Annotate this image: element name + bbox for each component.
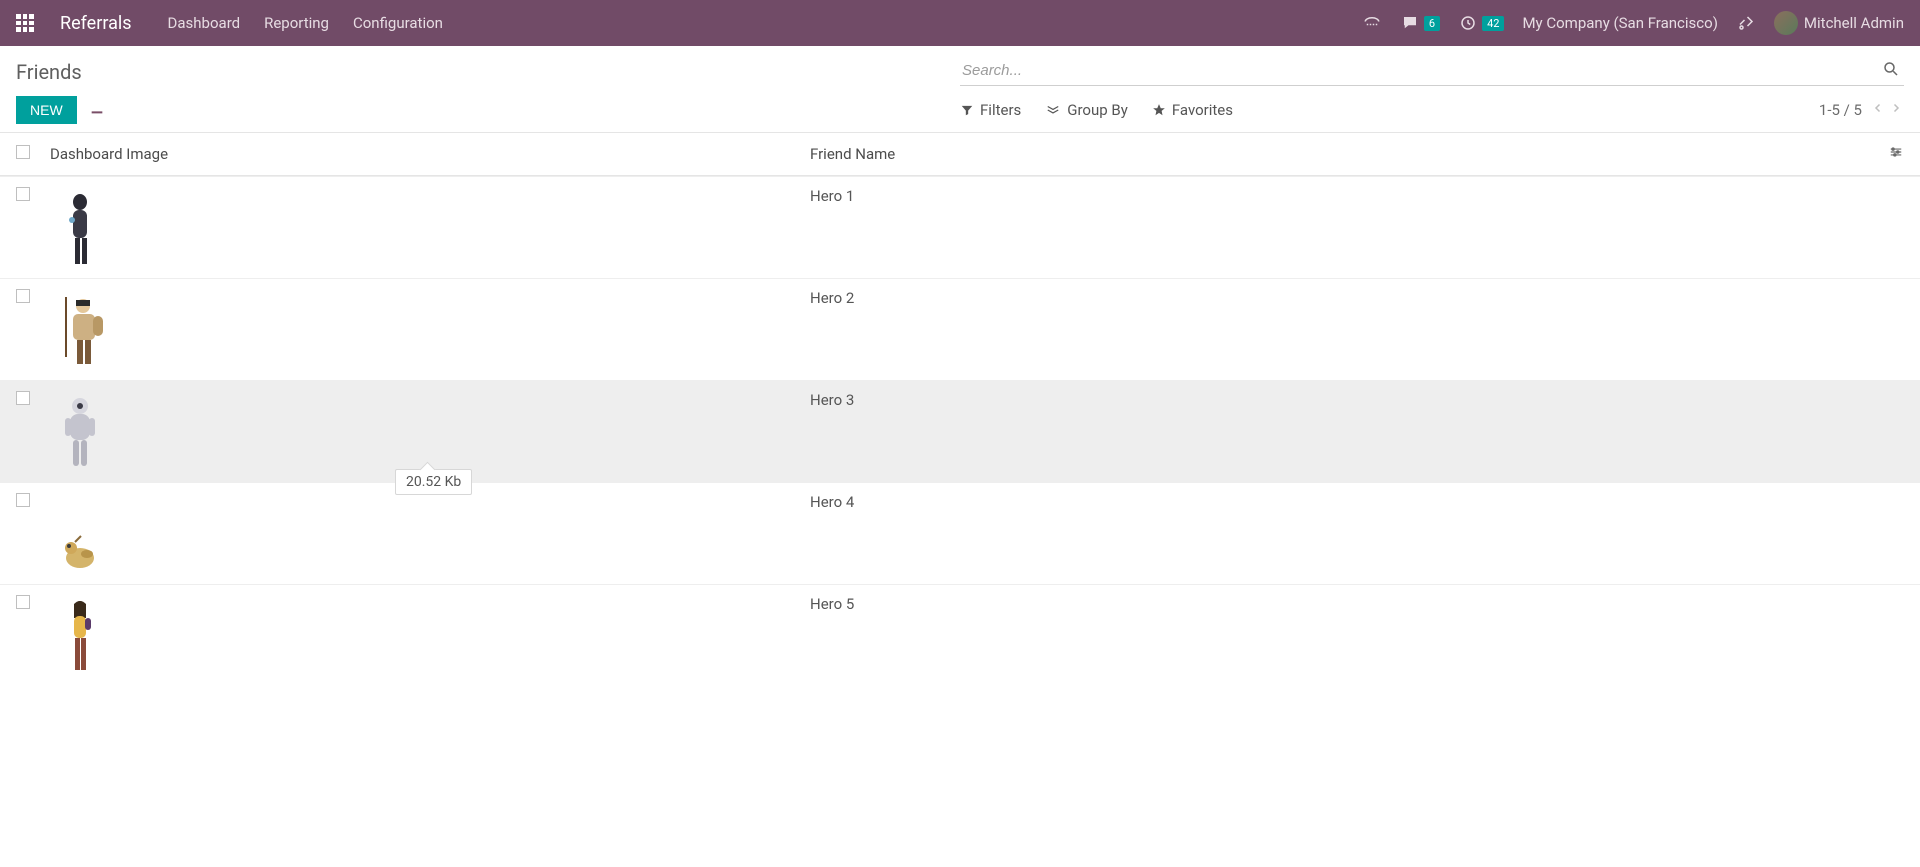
search-options: Filters Group By Favorites — [960, 101, 1233, 119]
pager-prev-icon[interactable] — [1872, 101, 1884, 119]
cp-top: Friends — [16, 56, 1904, 86]
nav-menu: Dashboard Reporting Configuration — [168, 14, 443, 32]
row-checkbox[interactable] — [16, 289, 30, 303]
hero-thumbnail-icon — [50, 491, 110, 576]
row-image-cell — [50, 389, 810, 474]
nav-dashboard[interactable]: Dashboard — [168, 14, 241, 32]
cp-right-cluster: Filters Group By Favorites 1-5 / 5 — [960, 101, 1904, 119]
row-name: Hero 4 — [810, 491, 1874, 511]
debug-icon[interactable] — [1736, 14, 1756, 32]
user-avatar-icon — [1774, 11, 1798, 35]
export-icon[interactable] — [89, 100, 105, 120]
hero-thumbnail-icon — [50, 185, 110, 270]
optional-fields-icon[interactable] — [1874, 145, 1904, 163]
search-wrap — [960, 56, 1904, 86]
row-image-cell — [50, 593, 810, 678]
row-name: Hero 5 — [810, 593, 1874, 613]
user-name: Mitchell Admin — [1804, 14, 1904, 32]
voip-icon[interactable] — [1362, 14, 1382, 32]
favorites-button[interactable]: Favorites — [1152, 101, 1233, 119]
favorites-label: Favorites — [1172, 101, 1233, 119]
hero-thumbnail-icon — [50, 593, 110, 678]
row-checkbox[interactable] — [16, 187, 30, 201]
row-image-cell — [50, 491, 810, 576]
header-name[interactable]: Friend Name — [810, 145, 1874, 163]
pager: 1-5 / 5 — [1819, 101, 1904, 119]
navbar-right: 6 42 My Company (San Francisco) Mitchell… — [1362, 11, 1904, 35]
messages-badge: 6 — [1424, 16, 1440, 31]
company-switcher[interactable]: My Company (San Francisco) — [1522, 14, 1717, 32]
navbar-left: Referrals Dashboard Reporting Configurat… — [16, 13, 443, 34]
list-header: Dashboard Image Friend Name — [0, 133, 1920, 175]
search-icon[interactable] — [1882, 60, 1900, 82]
apps-icon[interactable] — [16, 14, 34, 32]
list-body: Hero 1 Hero 2 Hero 3 20.52 Kb — [0, 176, 1920, 686]
nav-configuration[interactable]: Configuration — [353, 14, 443, 32]
row-image-cell — [50, 287, 810, 372]
new-button[interactable]: NEW — [16, 96, 77, 124]
header-image[interactable]: Dashboard Image — [50, 145, 810, 163]
groupby-button[interactable]: Group By — [1045, 101, 1128, 119]
filesize-tooltip: 20.52 Kb — [395, 469, 472, 495]
hero-thumbnail-icon — [50, 389, 110, 474]
row-checkbox[interactable] — [16, 391, 30, 405]
table-row[interactable]: Hero 1 — [0, 176, 1920, 278]
pager-next-icon[interactable] — [1890, 101, 1902, 119]
groupby-label: Group By — [1067, 101, 1128, 119]
messages-icon[interactable]: 6 — [1400, 14, 1440, 32]
row-checkbox[interactable] — [16, 493, 30, 507]
filters-button[interactable]: Filters — [960, 101, 1021, 119]
table-row[interactable]: 20.52 Kb Hero 4 — [0, 482, 1920, 584]
select-all-checkbox[interactable] — [16, 145, 30, 159]
row-name: Hero 3 — [810, 389, 1874, 409]
table-row[interactable]: Hero 3 — [0, 380, 1920, 482]
hero-thumbnail-icon — [50, 287, 110, 372]
pager-text[interactable]: 1-5 / 5 — [1819, 101, 1862, 119]
row-checkbox[interactable] — [16, 595, 30, 609]
top-navbar: Referrals Dashboard Reporting Configurat… — [0, 0, 1920, 46]
table-row[interactable]: Hero 5 — [0, 584, 1920, 686]
activities-icon[interactable]: 42 — [1458, 14, 1504, 32]
user-menu[interactable]: Mitchell Admin — [1774, 11, 1904, 35]
app-brand[interactable]: Referrals — [60, 13, 132, 34]
cp-bottom: NEW Filters Group By Favorites — [16, 96, 1904, 132]
page-title: Friends — [16, 56, 82, 84]
activities-badge: 42 — [1482, 16, 1504, 31]
row-image-cell — [50, 185, 810, 270]
table-row[interactable]: Hero 2 — [0, 278, 1920, 380]
row-name: Hero 1 — [810, 185, 1874, 205]
search-input[interactable] — [960, 56, 1904, 86]
row-name: Hero 2 — [810, 287, 1874, 307]
control-panel: Friends NEW Filters Group By — [0, 46, 1920, 132]
filters-label: Filters — [980, 101, 1021, 119]
header-checkbox-col — [16, 145, 50, 163]
nav-reporting[interactable]: Reporting — [264, 14, 329, 32]
pager-arrows — [1872, 101, 1902, 119]
